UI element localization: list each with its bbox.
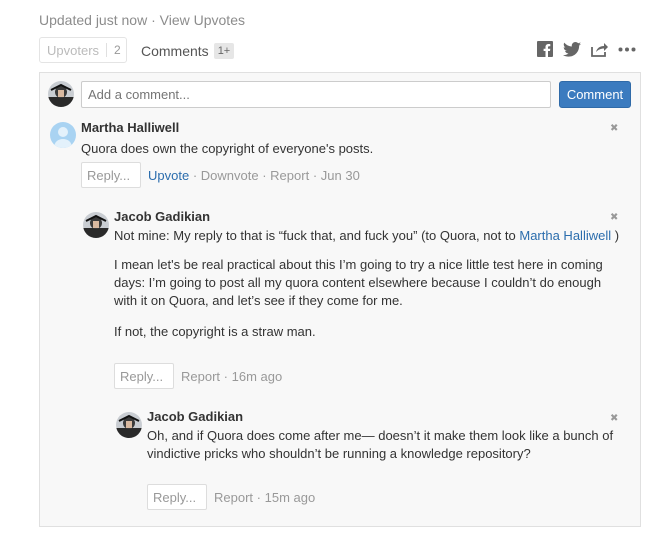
avatar	[50, 122, 76, 148]
share-icon[interactable]	[591, 42, 608, 57]
view-upvotes-link[interactable]: View Upvotes	[160, 12, 245, 28]
upvoters-count: 2	[114, 43, 121, 57]
close-icon[interactable]: ✖	[610, 123, 618, 134]
updated-text: Updated just now	[39, 12, 148, 28]
twitter-icon[interactable]	[563, 41, 581, 57]
reply-button[interactable]: Reply...	[147, 484, 207, 510]
avatar	[48, 81, 74, 107]
close-icon[interactable]: ✖	[610, 212, 618, 223]
avatar	[116, 412, 142, 438]
comment-time: 16m ago	[231, 369, 283, 384]
upvote-link[interactable]: Upvote	[148, 168, 189, 183]
reply-button[interactable]: Reply...	[81, 162, 141, 188]
report-link[interactable]: Report	[214, 490, 253, 505]
comment-text-prefix: Not mine: My reply to that is “fuck that…	[114, 228, 516, 243]
comment-text: Quora does own the copyright of everyone…	[81, 141, 374, 156]
avatar	[83, 212, 109, 238]
report-link[interactable]: Report	[270, 168, 309, 183]
comments-count-badge: 1+	[213, 43, 235, 59]
close-icon[interactable]: ✖	[610, 413, 618, 424]
comment-actions: Report · 15m ago	[214, 490, 316, 505]
comment-actions: Upvote · Downvote · Report · Jun 30	[148, 168, 360, 183]
meta-separator: ·	[151, 12, 156, 28]
tab-upvoters[interactable]: Upvoters 2	[39, 37, 127, 63]
comment-author[interactable]: Jacob Gadikian	[114, 209, 210, 224]
reply-button[interactable]: Reply...	[114, 363, 174, 389]
comment-input[interactable]	[81, 81, 551, 108]
comments-label: Comments	[141, 43, 209, 59]
comment-text-suffix: )	[614, 228, 620, 243]
more-icon[interactable]	[618, 47, 636, 52]
comment-author[interactable]: Jacob Gadikian	[147, 409, 243, 424]
comment-time: Jun 30	[320, 168, 360, 183]
comment-actions: Report · 16m ago	[181, 369, 283, 384]
comment-paragraph: I mean let's be real practical about thi…	[114, 257, 603, 308]
answer-meta: Updated just now · View Upvotes	[39, 12, 245, 28]
comment-paragraph: If not, the copyright is a straw man.	[114, 324, 316, 339]
facebook-icon[interactable]	[537, 41, 553, 57]
upvoters-label: Upvoters	[47, 42, 100, 58]
mention-link[interactable]: Martha Halliwell	[519, 228, 611, 243]
divider	[106, 43, 108, 57]
report-link[interactable]: Report	[181, 369, 220, 384]
comment-text: Not mine: My reply to that is “fuck that…	[114, 227, 624, 245]
tab-comments[interactable]: Comments 1+	[141, 43, 235, 59]
comment-text: Oh, and if Quora does come after me— doe…	[147, 428, 614, 461]
share-toolbar	[537, 41, 636, 57]
downvote-link[interactable]: Downvote	[201, 168, 259, 183]
comment-author[interactable]: Martha Halliwell	[81, 120, 179, 135]
comment-time: 15m ago	[264, 490, 316, 505]
comment-submit-button[interactable]: Comment	[559, 81, 631, 108]
